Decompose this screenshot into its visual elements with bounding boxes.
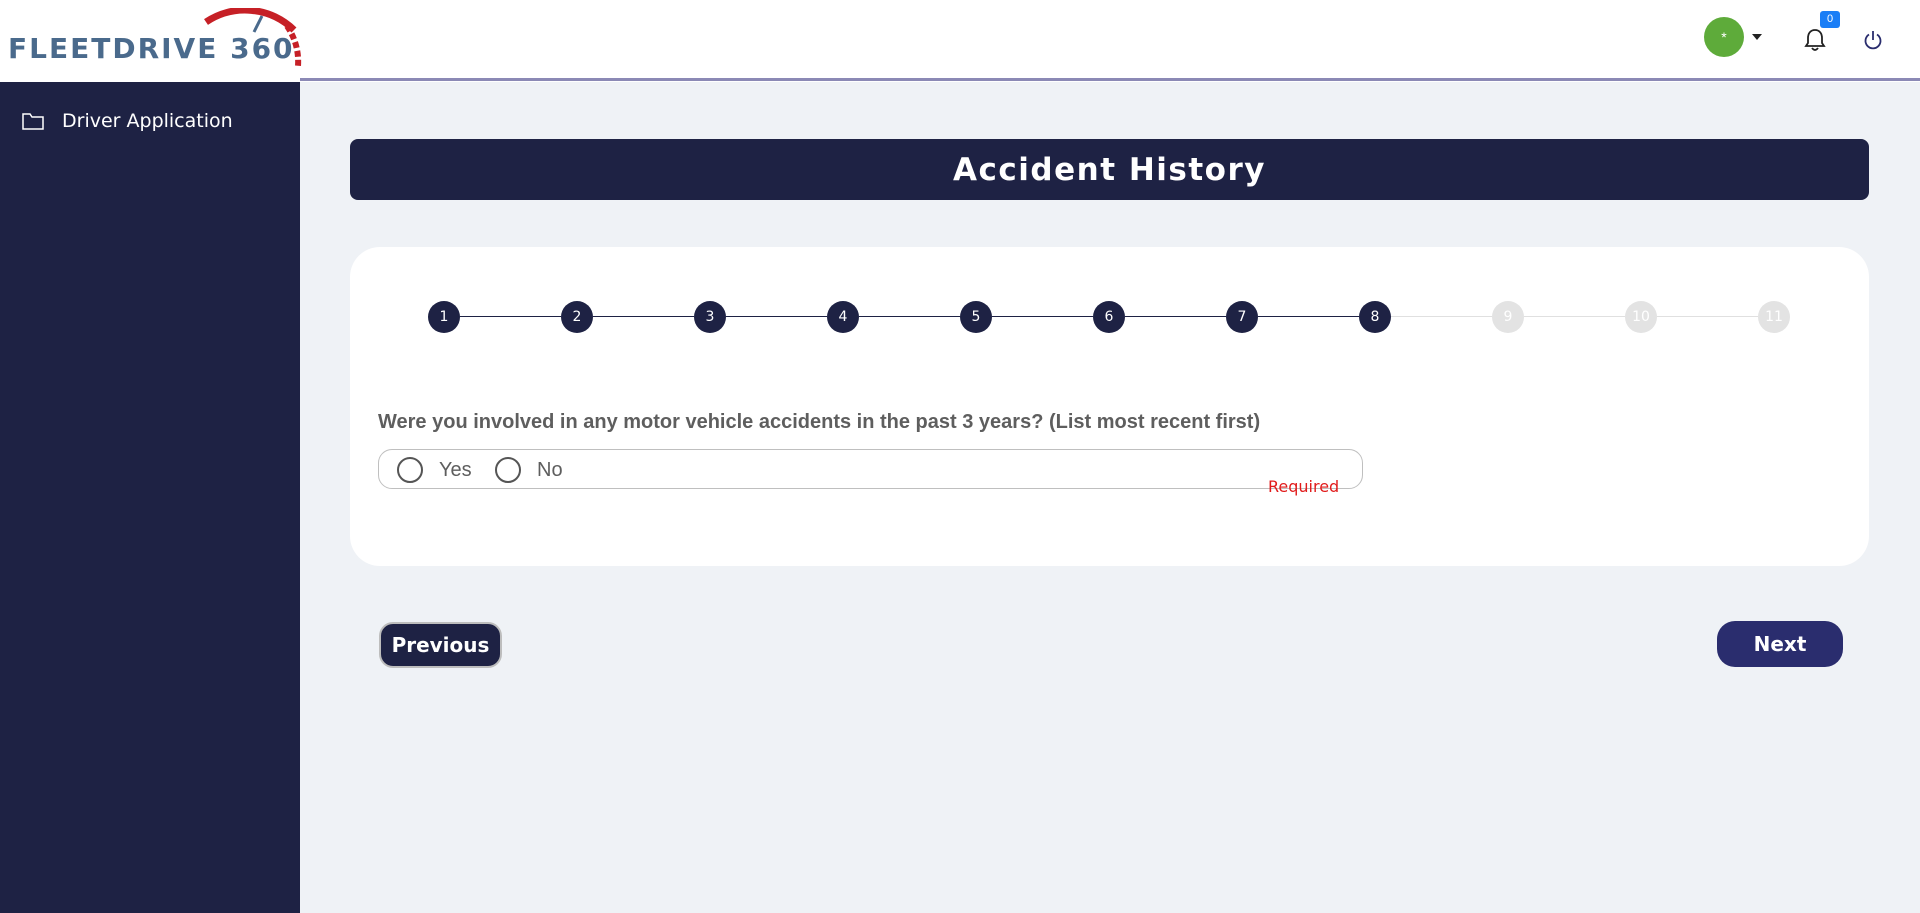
stepper-connector [1657, 316, 1758, 317]
stepper-connector [859, 316, 960, 317]
radio-button[interactable] [495, 457, 521, 483]
stepper-connector [1125, 316, 1226, 317]
radio-button[interactable] [397, 457, 423, 483]
sidebar-item-driver-application[interactable]: Driver Application [22, 110, 233, 132]
radio-option-no[interactable]: No [495, 457, 563, 483]
stepper-step-3[interactable]: 3 [694, 301, 726, 333]
accident-radio-group: Yes No [378, 449, 1363, 489]
stepper-connector [593, 316, 694, 317]
bell-icon[interactable] [1804, 28, 1826, 52]
stepper-step-11[interactable]: 11 [1758, 301, 1790, 333]
stepper-connector [1524, 316, 1625, 317]
stepper-step-10[interactable]: 10 [1625, 301, 1657, 333]
stepper-step-6[interactable]: 6 [1093, 301, 1125, 333]
stepper-connector [1258, 316, 1359, 317]
radio-label: No [537, 458, 563, 481]
sidebar-item-label: Driver Application [62, 110, 233, 132]
fleetdrive-logo[interactable]: FLEETDRIVE 360 [6, 8, 306, 70]
radio-option-yes[interactable]: Yes [397, 457, 472, 483]
stepper-step-2[interactable]: 2 [561, 301, 593, 333]
stepper: 1 2 3 4 5 6 7 8 9 10 11 [428, 301, 1790, 333]
top-header: FLEETDRIVE 360 * 0 [0, 0, 1920, 82]
stepper-connector [726, 316, 827, 317]
page-title-banner: Accident History [350, 139, 1869, 200]
stepper-step-4[interactable]: 4 [827, 301, 859, 333]
notification-badge: 0 [1820, 11, 1840, 28]
stepper-connector [992, 316, 1093, 317]
folder-icon [22, 113, 44, 130]
stepper-step-1[interactable]: 1 [428, 301, 460, 333]
previous-button[interactable]: Previous [379, 622, 502, 668]
page-title: Accident History [953, 151, 1266, 188]
chevron-down-icon[interactable] [1752, 34, 1762, 40]
radio-label: Yes [439, 458, 472, 481]
stepper-step-9[interactable]: 9 [1492, 301, 1524, 333]
sidebar: Driver Application [0, 82, 300, 913]
stepper-step-8[interactable]: 8 [1359, 301, 1391, 333]
stepper-connector [1391, 316, 1492, 317]
logo-text: FLEETDRIVE 360 [8, 32, 295, 65]
power-icon[interactable] [1863, 30, 1883, 50]
stepper-connector [460, 316, 561, 317]
stepper-step-5[interactable]: 5 [960, 301, 992, 333]
form-card: 1 2 3 4 5 6 7 8 9 10 11 Were you involved in any m… [350, 247, 1869, 566]
next-button[interactable]: Next [1717, 621, 1843, 667]
question-label: Were you involved in any motor vehicle a… [378, 411, 1261, 433]
user-avatar[interactable]: * [1704, 17, 1744, 57]
stepper-step-7[interactable]: 7 [1226, 301, 1258, 333]
header-divider [300, 78, 1920, 81]
required-error: Required [1268, 477, 1340, 496]
